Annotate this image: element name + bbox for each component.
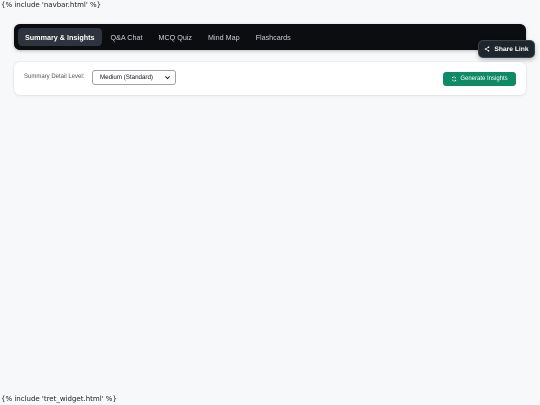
share-icon — [485, 46, 490, 52]
chevron-down-icon — [165, 76, 170, 80]
navbar-include-text: {% include 'navbar.html' %} — [1, 1, 102, 9]
tab-flashcards[interactable]: Flashcards — [249, 28, 298, 46]
feature-navbar: Summary & Insights Q&A Chat MCQ Quiz Min… — [14, 24, 526, 50]
summary-detail-level-select[interactable]: Medium (Standard) — [92, 70, 176, 85]
tab-mind-map[interactable]: Mind Map — [201, 28, 247, 46]
share-link-button[interactable]: Share Link — [478, 40, 535, 58]
generate-insights-button[interactable]: Generate Insights — [443, 72, 516, 86]
widget-include-text: {% include 'tret_widget.html' %} — [1, 395, 117, 403]
feature-tabs: Summary & Insights Q&A Chat MCQ Quiz Min… — [18, 28, 300, 46]
share-link-label: Share Link — [494, 45, 529, 53]
selected-detail-level: Medium (Standard) — [100, 74, 153, 81]
tab-summary-insights[interactable]: Summary & Insights — [18, 28, 102, 46]
refresh-icon — [452, 76, 457, 82]
tab-qa-chat[interactable]: Q&A Chat — [104, 28, 150, 46]
tab-mcq-quiz[interactable]: MCQ Quiz — [151, 28, 199, 46]
summary-controls-panel: Summary Detail Level: Medium (Standard) … — [14, 62, 526, 95]
summary-detail-level-label: Summary Detail Level: — [24, 74, 85, 80]
generate-insights-label: Generate Insights — [460, 76, 508, 82]
